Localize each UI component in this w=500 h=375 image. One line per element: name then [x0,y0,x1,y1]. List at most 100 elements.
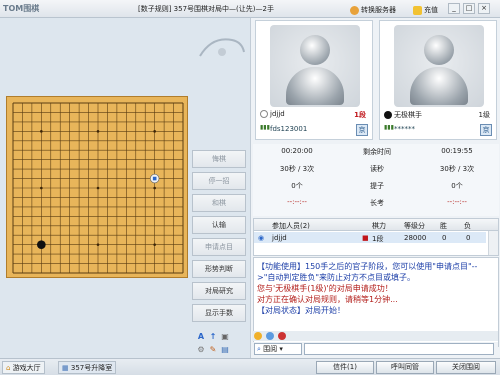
list-scrollbar[interactable] [488,231,498,255]
window-title: [数子规则] 357号围棋对局中—(让先)—2手 [138,5,274,13]
player-rank: 1级 [478,111,490,119]
header-loss[interactable]: 负 [464,221,471,231]
player-card-right[interactable]: 无极棋手 1级 ▮▮▮ ****** 京 [379,20,497,140]
chat-icon[interactable] [266,332,274,340]
black-stone-icon [384,111,392,119]
byoyomi-label: 读秒 [370,165,384,173]
home-icon: ⌂ [6,364,11,372]
chat-mode-select[interactable]: ⌕ 围阅 ▾ [254,343,302,355]
game-action-buttons: 悔棋 停一招 和棋 认输 申请点目 形势判断 对局研究 显示手数 [192,150,246,360]
switch-server-label: 转换服务器 [361,6,396,14]
signal-icon: ▮▮▮ [260,124,270,131]
row-loss: 0 [466,234,471,242]
chat-toolbar [252,331,498,341]
retract-button[interactable]: 悔棋 [192,150,246,168]
player-id: ****** [394,125,415,133]
captured-label: 提子 [370,182,384,190]
decorative-ink-icon [199,38,245,57]
info-panel: jdjjd 1段 ▮▮▮ fds123001 京 无极棋手 1级 ▮▮▮ ***… [250,18,500,358]
resign-button[interactable]: 认输 [192,216,246,234]
player-name: 无极棋手 [394,111,422,119]
right-long-think: --:--:-- [447,198,467,206]
row-score: 28000 [404,234,427,242]
mail-button[interactable]: 信件(1) [316,361,374,374]
player-id: fds123001 [270,125,308,133]
avatar [270,25,360,107]
row-name: jdjjd [272,234,287,242]
tab-room[interactable]: ▦ 357号升降室 [58,361,117,374]
status-bar: ⌂ 游戏大厅 ▦ 357号升降室 信件(1) 呼叫同管 关闭围阅 [0,358,500,375]
player-name-row: jdjjd [260,110,285,118]
pause-button[interactable]: 停一招 [192,172,246,190]
header-score[interactable]: 等级分 [404,221,425,231]
right-captured: 0个 [451,182,463,190]
avatar [394,25,484,107]
emoji-icon[interactable] [254,332,262,340]
table-row[interactable]: ◉ jdjjd ■ 1段 28000 0 0 [254,232,486,243]
player-rank: 1段 [354,111,366,119]
judge-situation-button[interactable]: 形势判断 [192,260,246,278]
server-icon [350,5,359,15]
board-icon: ▦ [62,364,69,372]
star-point [153,130,156,133]
header-rank[interactable]: 棋力 [372,221,386,231]
header-win[interactable]: 胜 [440,221,447,231]
chat-line-success: 您与'无极棋手(1级)'的对局申请成功！ [257,284,393,293]
flag-icon: ■ [362,234,369,242]
white-stone-icon [260,110,268,118]
maximize-button[interactable]: □ [463,3,475,14]
star-point [153,243,156,246]
close-game-button[interactable]: 关闭围阅 [436,361,496,374]
black-stone [36,240,46,250]
tab-lobby[interactable]: ⌂ 游戏大厅 [2,361,45,374]
chat-mode-label: 围阅 [263,345,278,353]
settings-icon[interactable]: ⚙ [196,345,206,355]
player-name-row: 无极棋手 [384,110,422,120]
board-tool-row-1: A ↑ ▣ [196,332,246,344]
clear-icon[interactable] [278,332,286,340]
font-size-icon[interactable]: A [196,332,206,342]
recharge-label: 充值 [424,6,438,14]
region-badge: 京 [356,124,368,136]
save-icon[interactable]: ▤ [220,345,230,355]
remaining-time-label: 剩余时间 [363,148,391,156]
count-points-button[interactable]: 申请点目 [192,238,246,256]
star-point [40,186,43,190]
minimize-button[interactable]: _ [448,3,460,14]
left-time: 00:20:00 [281,147,313,155]
tab-lobby-label: 游戏大厅 [12,364,41,372]
switch-server-button[interactable]: 转换服务器 [347,3,399,15]
player-card-left[interactable]: jdjjd 1段 ▮▮▮ fds123001 京 [255,20,373,140]
last-move-marker [152,176,157,181]
show-moves-button[interactable]: 显示手数 [192,304,246,322]
image-icon[interactable]: ▣ [220,332,230,342]
up-arrow-icon[interactable]: ↑ [208,332,218,342]
timer-panel: 00:20:00 剩余时间 00:19:55 30秒 / 3次 读秒 30秒 /… [253,144,499,216]
chat-line-tip: 【功能使用】150手之后的官子阶段，您可以使用"申请点目"-->"自动判定胜负"… [257,262,478,282]
coin-icon [413,5,422,15]
chat-line-start: 【对局状态】对局开始！ [257,306,345,315]
draw-button[interactable]: 和棋 [192,194,246,212]
header-participants[interactable]: 参加人员(2) [272,221,310,231]
go-board-grid[interactable] [7,97,189,279]
left-byoyomi: 30秒 / 3次 [279,165,315,173]
right-time: 00:19:55 [441,147,473,155]
brush-icon[interactable]: ✎ [208,345,218,355]
game-research-button[interactable]: 对局研究 [192,282,246,300]
title-bar: TOM围棋 [数子规则] 357号围棋对局中—(让先)—2手 转换服务器 充值 … [0,0,500,18]
recharge-button[interactable]: 充值 [410,3,441,15]
tab-room-label: 357号升降室 [70,364,113,372]
close-button[interactable]: × [478,3,490,14]
table-header: 参加人员(2) 棋力 等级分 胜 负 [254,219,498,231]
chat-line-wait: 对方正在确认对局规则，请稍等1分钟... [257,295,398,304]
participants-table: 参加人员(2) 棋力 等级分 胜 负 ◉ jdjjd ■ 1段 28000 0 … [253,218,499,256]
star-point [153,186,156,190]
friends-button[interactable]: 呼叫同管 [376,361,434,374]
go-board[interactable] [6,96,188,278]
chat-input[interactable] [304,343,494,355]
star-point [40,130,43,133]
long-think-label: 长考 [370,199,384,207]
player-name: jdjjd [270,110,285,118]
board-tool-row-2: ⚙ ✎ ▤ [196,345,246,357]
left-long-think: --:--:-- [287,198,307,206]
